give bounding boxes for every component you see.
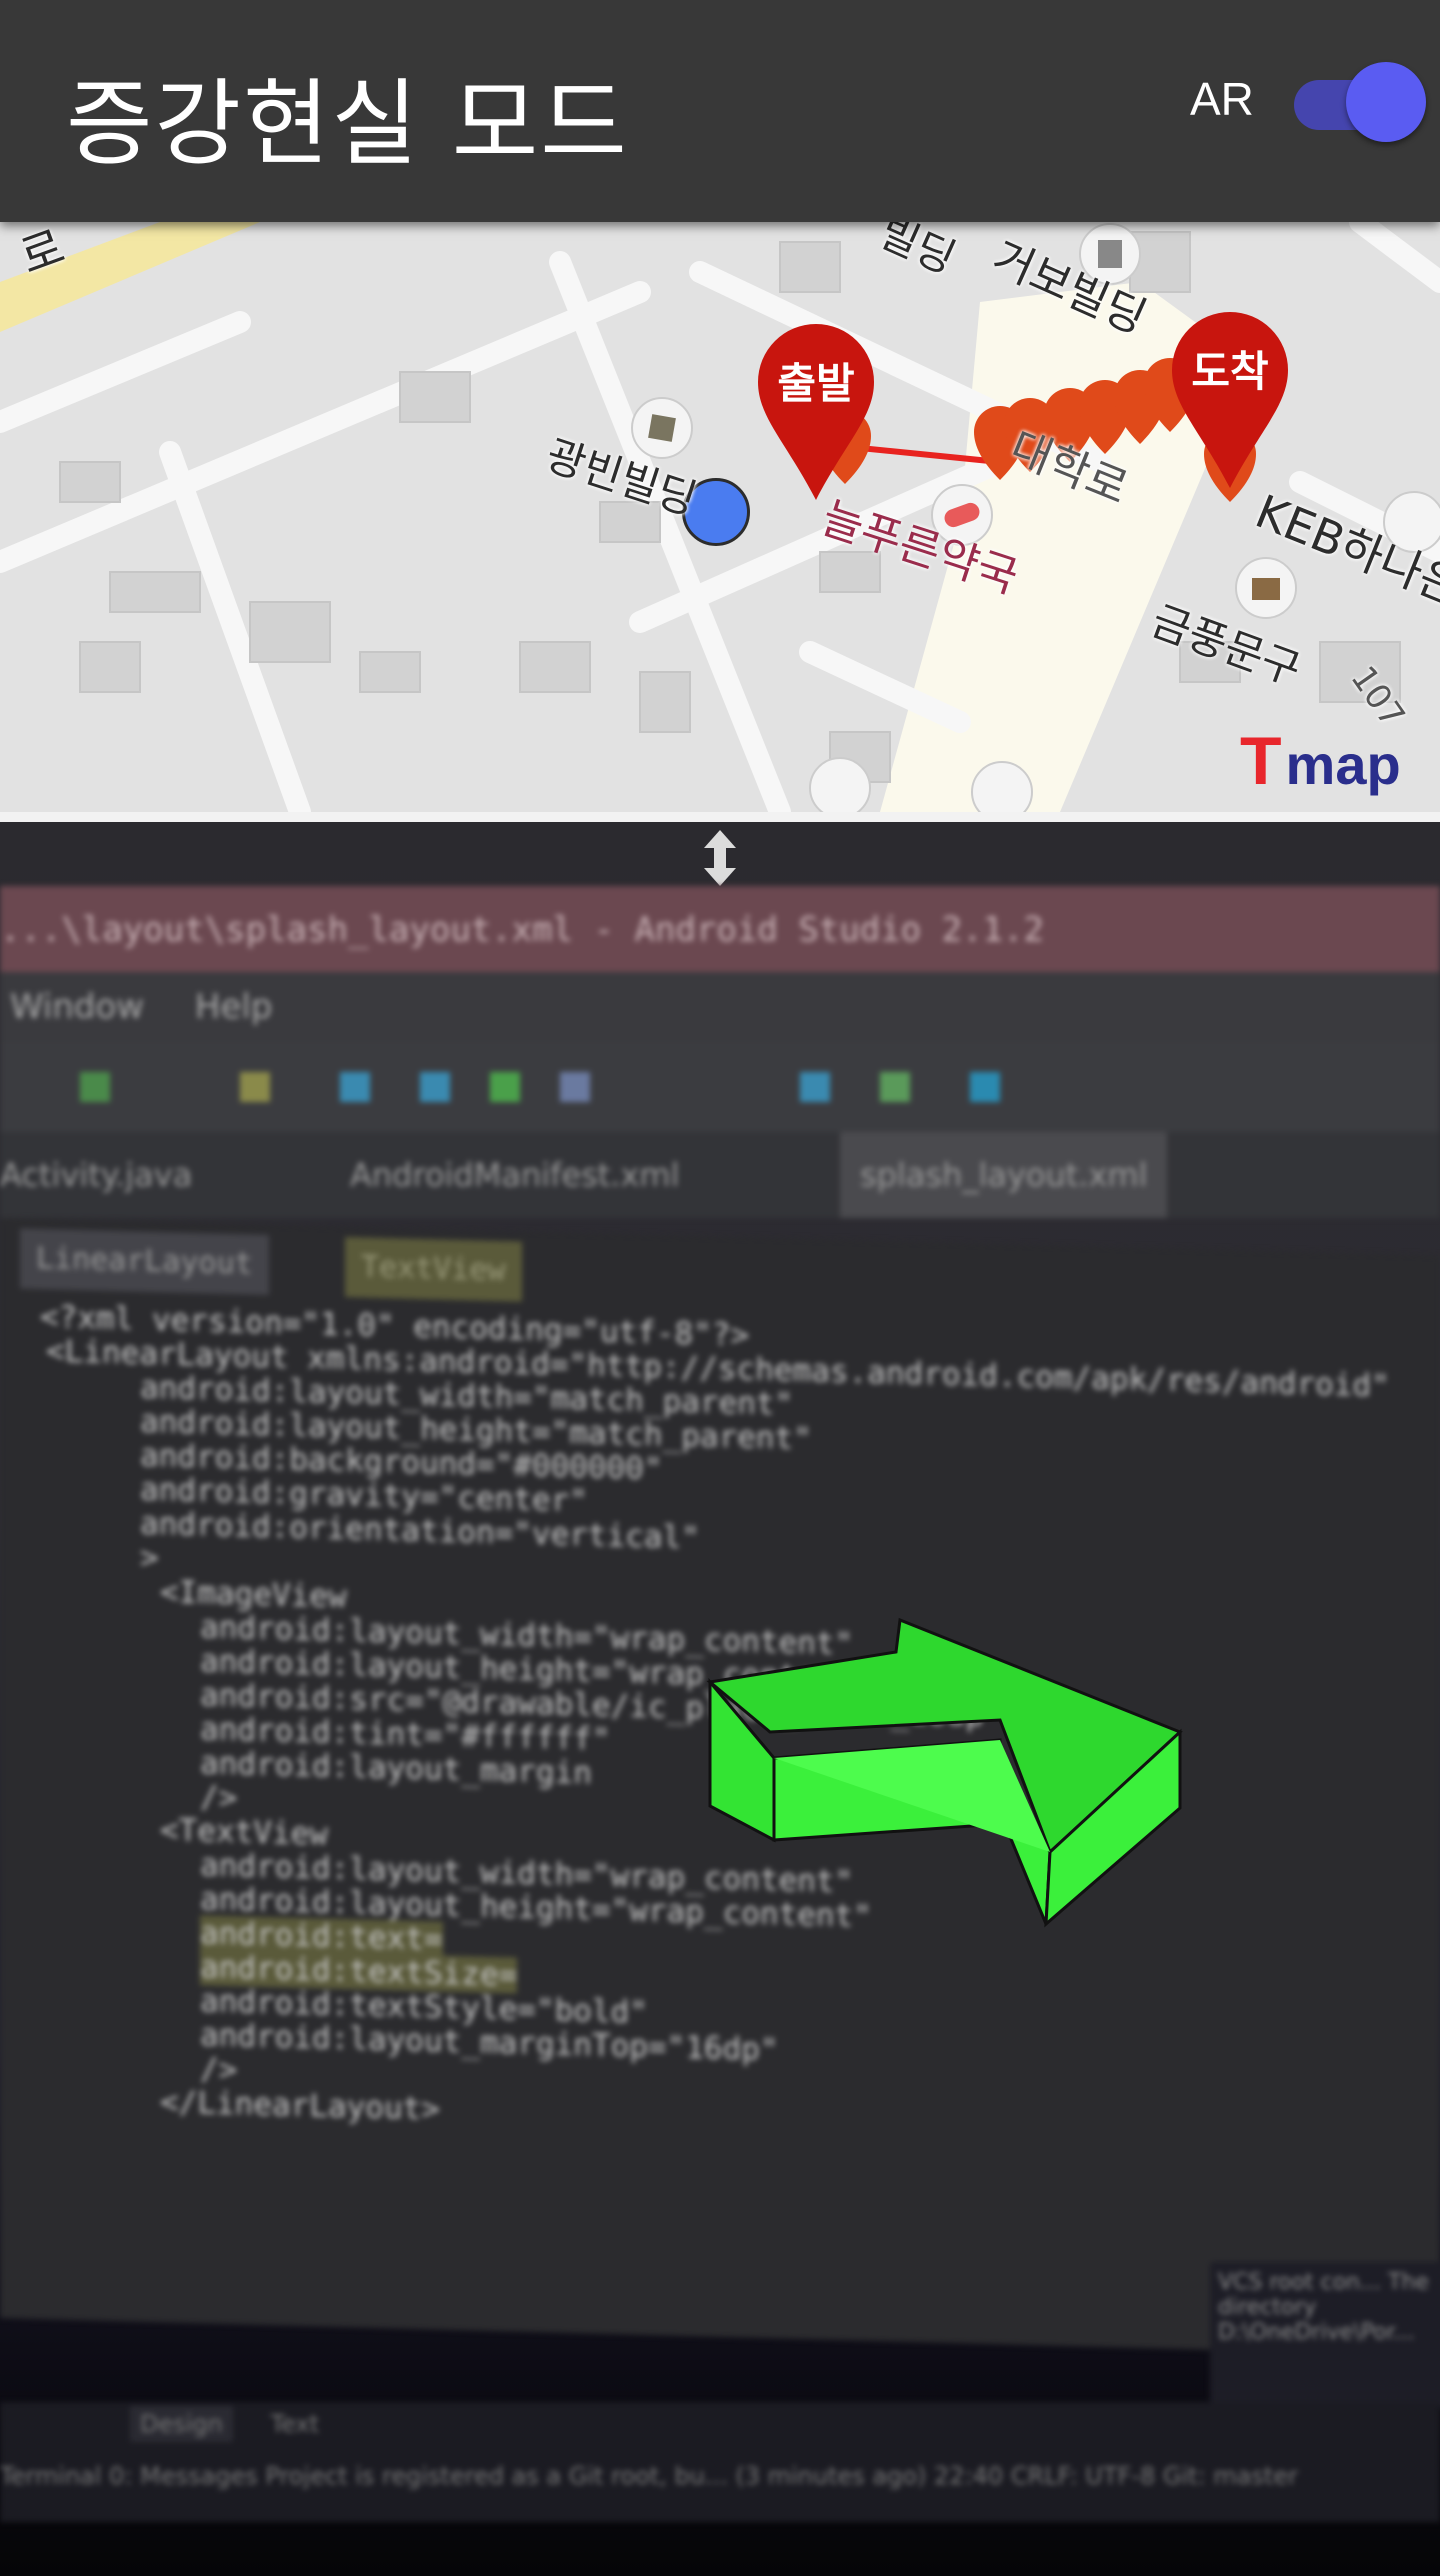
ar-toggle-thumb[interactable] [1346,62,1426,142]
tmap-logo: Tmap [1240,722,1401,800]
map-view[interactable]: 출발 도착 광빈빌딩 늘푸른약국 거보빌딩 빌딩 대학로 KEB하나은행 금풍문… [0,222,1440,812]
end-marker[interactable]: 도착 [1170,310,1290,490]
start-marker-label: 출발 [777,359,855,408]
page-title: 증강현실 모드 [66,70,629,179]
map-camera-divider[interactable] [0,812,1440,822]
app-bar: 증강현실 모드 AR [0,0,1440,222]
start-marker-pin-icon [758,324,874,500]
tmap-logo-text: map [1285,733,1401,796]
end-marker-label: 도착 [1191,347,1269,396]
tmap-t-icon: T [1240,723,1282,799]
ar-camera-view: ...\layout\splash_layout.xml - Android S… [0,822,1440,2576]
end-marker-pin-icon [1172,312,1288,488]
ar-toggle-label: AR [1190,73,1254,125]
ar-direction-arrow-icon [706,1617,1183,1928]
start-marker[interactable]: 출발 [756,322,876,502]
